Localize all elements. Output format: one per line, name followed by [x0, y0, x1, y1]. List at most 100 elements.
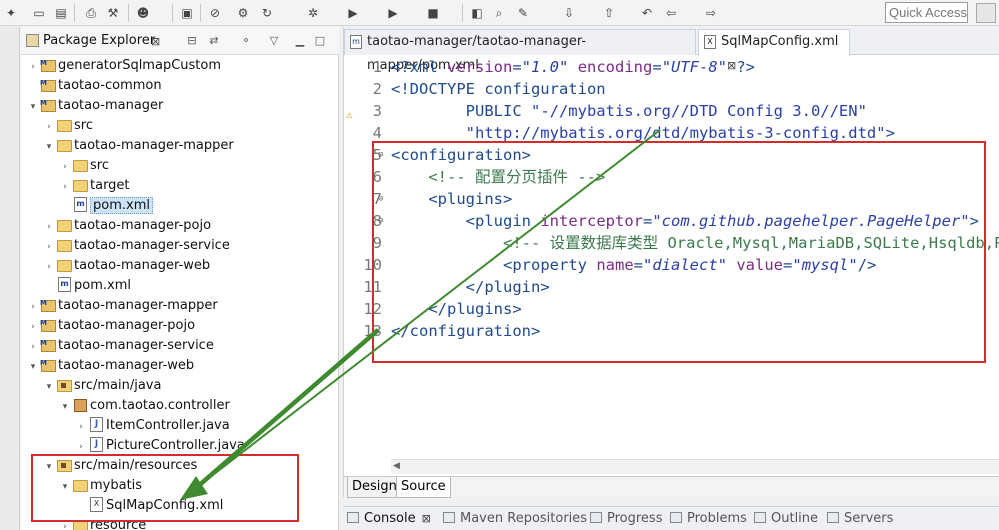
tree-item-label: src: [74, 118, 93, 133]
tree-item[interactable]: › taotao-manager-mapper: [27, 293, 218, 317]
external-tools-icon[interactable]: ⚙: [234, 4, 252, 22]
link-editor-icon[interactable]: ⇄: [207, 34, 221, 48]
tree-item[interactable]: › target: [59, 176, 130, 197]
chevron-right-icon[interactable]: ›: [59, 157, 71, 177]
debug-icon[interactable]: ✲: [304, 4, 322, 22]
tree-item[interactable]: ▾ com.taotao.controller: [59, 396, 230, 416]
skip-breakpoints-icon[interactable]: ⊘: [206, 4, 224, 22]
folder-icon: [72, 157, 88, 172]
quick-access-input[interactable]: [885, 2, 968, 23]
maximize-icon[interactable]: □: [313, 34, 327, 48]
tab-sqlmapconfig-xml[interactable]: X SqlMapConfig.xml ⊠: [698, 29, 850, 72]
refresh-icon[interactable]: ↻: [258, 4, 276, 22]
debug-user-icon[interactable]: ☻: [134, 4, 152, 22]
chevron-right-icon[interactable]: ›: [75, 417, 87, 437]
save-all-icon[interactable]: ▤: [52, 4, 70, 22]
chevron-down-icon[interactable]: ▾: [59, 397, 71, 417]
tab-progress[interactable]: Progress: [590, 511, 662, 526]
prev-annotation-icon[interactable]: ⇧: [600, 4, 618, 22]
perspective-icon[interactable]: [976, 3, 996, 23]
run-server-icon[interactable]: ▶: [384, 4, 402, 22]
tree-item[interactable]: › ItemController.java: [75, 416, 230, 436]
progress-icon: [590, 512, 602, 523]
tree-item[interactable]: pom.xml: [59, 196, 153, 216]
back-icon[interactable]: ⇦: [662, 4, 680, 22]
run-icon[interactable]: ▶: [344, 4, 362, 22]
build-icon[interactable]: ⚒: [104, 4, 122, 22]
tree-item-label: taotao-manager-mapper: [74, 138, 234, 153]
left-trim-bar: [0, 27, 20, 530]
tab-servers[interactable]: Servers: [827, 511, 893, 526]
chevron-right-icon[interactable]: ›: [27, 57, 39, 77]
tab-pom-xml[interactable]: m taotao-manager/taotao-manager-mapper/p…: [344, 29, 696, 73]
tab-outline[interactable]: Outline: [754, 511, 818, 526]
chevron-right-icon[interactable]: ›: [59, 177, 71, 197]
next-annotation-icon[interactable]: ⇩: [560, 4, 578, 22]
tree-item[interactable]: ▾ taotao-manager-web: [27, 353, 195, 377]
open-task-icon[interactable]: ✎: [514, 4, 532, 22]
chevron-down-icon[interactable]: ▾: [27, 357, 39, 377]
tree-item[interactable]: › taotao-manager-service: [43, 236, 230, 256]
collapse-all-icon[interactable]: ⊟: [185, 34, 199, 48]
filter-icon[interactable]: ⚬: [239, 34, 253, 48]
project-icon: [40, 93, 56, 113]
stop-icon[interactable]: ■: [424, 4, 442, 22]
tree-item[interactable]: › taotao-manager-service: [27, 333, 214, 357]
chevron-right-icon[interactable]: ›: [43, 117, 55, 137]
tree-item[interactable]: ▾ taotao-manager-mapper: [43, 136, 234, 156]
chevron-right-icon[interactable]: ›: [43, 237, 55, 257]
package-explorer-tab[interactable]: Package Explorer ⊠ ⊟ ⇄ ⚬ ▽ ▁ □: [21, 27, 339, 55]
code-token: "UTF-8": [661, 58, 728, 76]
chevron-right-icon[interactable]: ›: [27, 297, 39, 317]
tree-item-label: taotao-manager-pojo: [58, 318, 196, 333]
tab-source[interactable]: Source: [396, 477, 451, 498]
tree-item[interactable]: › taotao-manager-pojo: [43, 216, 211, 236]
tree-item-label: target: [90, 178, 130, 193]
save-icon[interactable]: ▭: [30, 4, 48, 22]
line-number: 3: [372, 102, 382, 120]
tree-item-label: taotao-manager-service: [74, 238, 230, 253]
chevron-down-icon[interactable]: ▾: [27, 97, 39, 117]
editor-tab-bar: m taotao-manager/taotao-manager-mapper/p…: [344, 27, 999, 73]
close-icon[interactable]: ⊠: [151, 35, 160, 48]
minimize-icon[interactable]: ▁: [293, 34, 307, 48]
maven-file-icon: m: [350, 35, 362, 49]
tree-item[interactable]: › taotao-manager-pojo: [27, 313, 196, 337]
chevron-right-icon[interactable]: ›: [27, 317, 39, 337]
tree-item[interactable]: › src: [43, 116, 93, 136]
tree-item[interactable]: ▾ taotao-manager: [27, 93, 164, 117]
print-icon[interactable]: ⎙: [82, 4, 100, 22]
tab-design[interactable]: Design: [347, 477, 402, 498]
horizontal-scrollbar[interactable]: ◀: [391, 459, 999, 474]
tree-item[interactable]: ›PictureController.java: [75, 436, 245, 456]
scroll-left-icon[interactable]: ◀: [393, 461, 400, 471]
tab-problems[interactable]: Problems: [670, 511, 747, 526]
code-token: <!DOCTYPE configuration: [391, 80, 606, 98]
new-icon[interactable]: ✦: [2, 4, 20, 22]
forward-icon[interactable]: ⇨: [702, 4, 720, 22]
chevron-right-icon[interactable]: ›: [43, 257, 55, 277]
view-menu-icon[interactable]: ▽: [267, 34, 281, 48]
close-icon[interactable]: ⊠: [422, 512, 431, 525]
chevron-down-icon[interactable]: ▾: [43, 377, 55, 397]
last-edit-icon[interactable]: ↶: [638, 4, 656, 22]
chevron-right-icon[interactable]: ›: [43, 217, 55, 237]
tree-item[interactable]: pom.xml: [43, 276, 131, 296]
tree-item-label: taotao-manager-web: [58, 358, 195, 373]
chevron-right-icon[interactable]: ›: [27, 337, 39, 357]
tree-item[interactable]: ▾ src/main/java: [43, 376, 162, 397]
tab-progress-label: Progress: [607, 511, 663, 526]
project-icon: [40, 293, 56, 313]
open-type-icon[interactable]: ◧: [468, 4, 486, 22]
tab-console[interactable]: Console ⊠: [347, 511, 431, 526]
tab-maven-repositories[interactable]: Maven Repositories: [443, 511, 587, 526]
tree-item[interactable]: taotao-common: [27, 73, 162, 96]
tree-item[interactable]: › taotao-manager-web: [43, 256, 210, 276]
open-console-icon[interactable]: ▣: [178, 4, 196, 22]
search-icon[interactable]: ⌕: [490, 4, 508, 22]
tree-item[interactable]: › generatorSqlmapCustom: [27, 53, 221, 77]
tree-item[interactable]: › src: [59, 156, 109, 176]
chevron-down-icon[interactable]: ▾: [43, 137, 55, 157]
project-icon: [40, 53, 56, 73]
